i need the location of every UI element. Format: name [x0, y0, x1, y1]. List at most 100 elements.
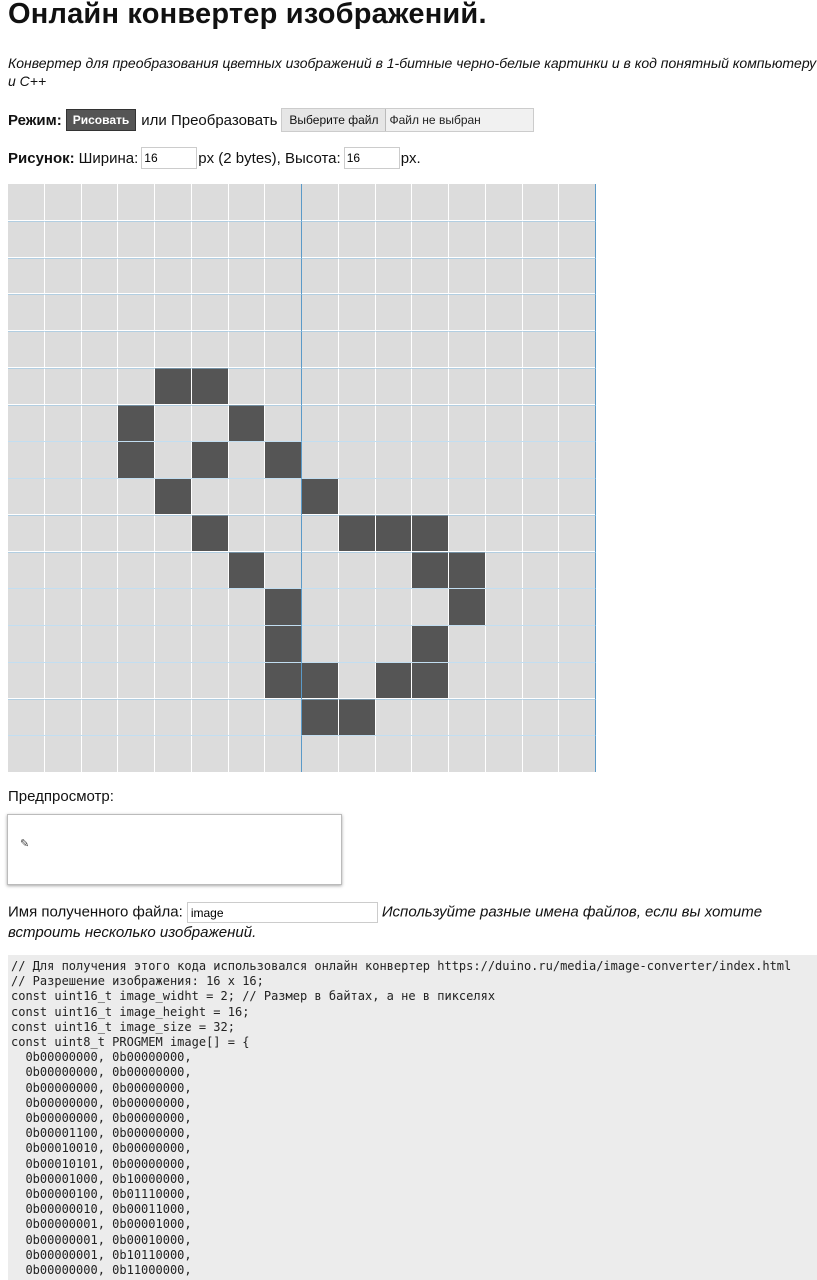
- height-input[interactable]: [343, 147, 400, 169]
- pixel-cell[interactable]: [338, 404, 375, 441]
- pixel-cell[interactable]: [228, 184, 265, 220]
- pixel-cell[interactable]: [191, 220, 228, 257]
- pixel-cell[interactable]: [338, 552, 375, 588]
- pixel-cell[interactable]: [449, 588, 485, 625]
- pixel-cell[interactable]: [228, 699, 265, 736]
- pixel-cell[interactable]: [449, 552, 485, 588]
- pixel-cell[interactable]: [559, 699, 595, 736]
- pixel-cell[interactable]: [302, 515, 338, 552]
- pixel-cell[interactable]: [191, 625, 228, 662]
- pixel-cell[interactable]: [449, 662, 485, 699]
- file-input[interactable]: Выберите файл Файл не выбран: [281, 108, 535, 132]
- pixel-cell[interactable]: [155, 736, 191, 772]
- pixel-cell[interactable]: [228, 588, 265, 625]
- pixel-cell[interactable]: [522, 625, 559, 662]
- pixel-cell[interactable]: [265, 515, 301, 552]
- pixel-cell[interactable]: [449, 184, 485, 220]
- pixel-cell[interactable]: [302, 294, 338, 331]
- pixel-cell[interactable]: [412, 294, 448, 331]
- pixel-cell[interactable]: [81, 478, 118, 515]
- pixel-cell[interactable]: [412, 184, 448, 220]
- pixel-cell[interactable]: [44, 184, 81, 220]
- pixel-cell[interactable]: [412, 552, 448, 588]
- pixel-cell[interactable]: [118, 441, 154, 478]
- pixel-cell[interactable]: [412, 478, 448, 515]
- pixel-cell[interactable]: [485, 294, 522, 331]
- pixel-cell[interactable]: [338, 588, 375, 625]
- pixel-cell[interactable]: [155, 552, 191, 588]
- pixel-cell[interactable]: [8, 662, 44, 699]
- pixel-cell[interactable]: [375, 699, 412, 736]
- pixel-cell[interactable]: [155, 699, 191, 736]
- pixel-cell[interactable]: [522, 184, 559, 220]
- pixel-cell[interactable]: [375, 625, 412, 662]
- pixel-cell[interactable]: [81, 220, 118, 257]
- pixel-cell[interactable]: [302, 699, 338, 736]
- pixel-cell[interactable]: [155, 184, 191, 220]
- pixel-cell[interactable]: [155, 294, 191, 331]
- pixel-cell[interactable]: [265, 184, 301, 220]
- pixel-cell[interactable]: [375, 331, 412, 368]
- pixel-cell[interactable]: [118, 404, 154, 441]
- pixel-cell[interactable]: [559, 368, 595, 404]
- pixel-cell[interactable]: [375, 441, 412, 478]
- pixel-cell[interactable]: [81, 552, 118, 588]
- pixel-cell[interactable]: [559, 331, 595, 368]
- pixel-cell[interactable]: [44, 331, 81, 368]
- pixel-cell[interactable]: [338, 294, 375, 331]
- pixel-cell[interactable]: [338, 736, 375, 772]
- pixel-cell[interactable]: [302, 184, 338, 220]
- pixel-cell[interactable]: [375, 515, 412, 552]
- pixel-cell[interactable]: [375, 368, 412, 404]
- pixel-cell[interactable]: [338, 184, 375, 220]
- pixel-cell[interactable]: [118, 699, 154, 736]
- pixel-cell[interactable]: [485, 404, 522, 441]
- pixel-cell[interactable]: [155, 404, 191, 441]
- pixel-cell[interactable]: [302, 588, 338, 625]
- pixel-cell[interactable]: [449, 515, 485, 552]
- pixel-cell[interactable]: [228, 662, 265, 699]
- pixel-cell[interactable]: [265, 478, 301, 515]
- pixel-cell[interactable]: [485, 368, 522, 404]
- pixel-cell[interactable]: [155, 441, 191, 478]
- pixel-cell[interactable]: [522, 699, 559, 736]
- pixel-cell[interactable]: [522, 368, 559, 404]
- pixel-cell[interactable]: [8, 515, 44, 552]
- pixel-cell[interactable]: [81, 625, 118, 662]
- pixel-cell[interactable]: [302, 478, 338, 515]
- pixel-cell[interactable]: [559, 257, 595, 294]
- pixel-cell[interactable]: [302, 257, 338, 294]
- pixel-cell[interactable]: [118, 257, 154, 294]
- pixel-cell[interactable]: [485, 257, 522, 294]
- pixel-cell[interactable]: [191, 404, 228, 441]
- code-output[interactable]: // Для получения этого кода использовалс…: [8, 955, 817, 1280]
- pixel-cell[interactable]: [81, 257, 118, 294]
- pixel-cell[interactable]: [302, 662, 338, 699]
- pixel-cell[interactable]: [485, 588, 522, 625]
- pixel-cell[interactable]: [8, 257, 44, 294]
- pixel-cell[interactable]: [338, 441, 375, 478]
- pixel-cell[interactable]: [412, 331, 448, 368]
- pixel-cell[interactable]: [412, 699, 448, 736]
- pixel-cell[interactable]: [559, 736, 595, 772]
- pixel-cell[interactable]: [44, 515, 81, 552]
- pixel-cell[interactable]: [118, 625, 154, 662]
- pixel-cell[interactable]: [44, 662, 81, 699]
- pixel-cell[interactable]: [191, 552, 228, 588]
- pixel-cell[interactable]: [338, 625, 375, 662]
- pixel-cell[interactable]: [522, 515, 559, 552]
- pixel-cell[interactable]: [81, 404, 118, 441]
- pixel-cell[interactable]: [338, 331, 375, 368]
- pixel-cell[interactable]: [559, 294, 595, 331]
- pixel-cell[interactable]: [338, 478, 375, 515]
- pixel-cell[interactable]: [375, 184, 412, 220]
- pixel-cell[interactable]: [265, 220, 301, 257]
- pixel-cell[interactable]: [302, 331, 338, 368]
- pixel-cell[interactable]: [412, 404, 448, 441]
- pixel-cell[interactable]: [559, 662, 595, 699]
- pixel-cell[interactable]: [228, 257, 265, 294]
- pixel-cell[interactable]: [81, 588, 118, 625]
- pixel-cell[interactable]: [485, 736, 522, 772]
- pixel-cell[interactable]: [412, 441, 448, 478]
- pixel-cell[interactable]: [155, 220, 191, 257]
